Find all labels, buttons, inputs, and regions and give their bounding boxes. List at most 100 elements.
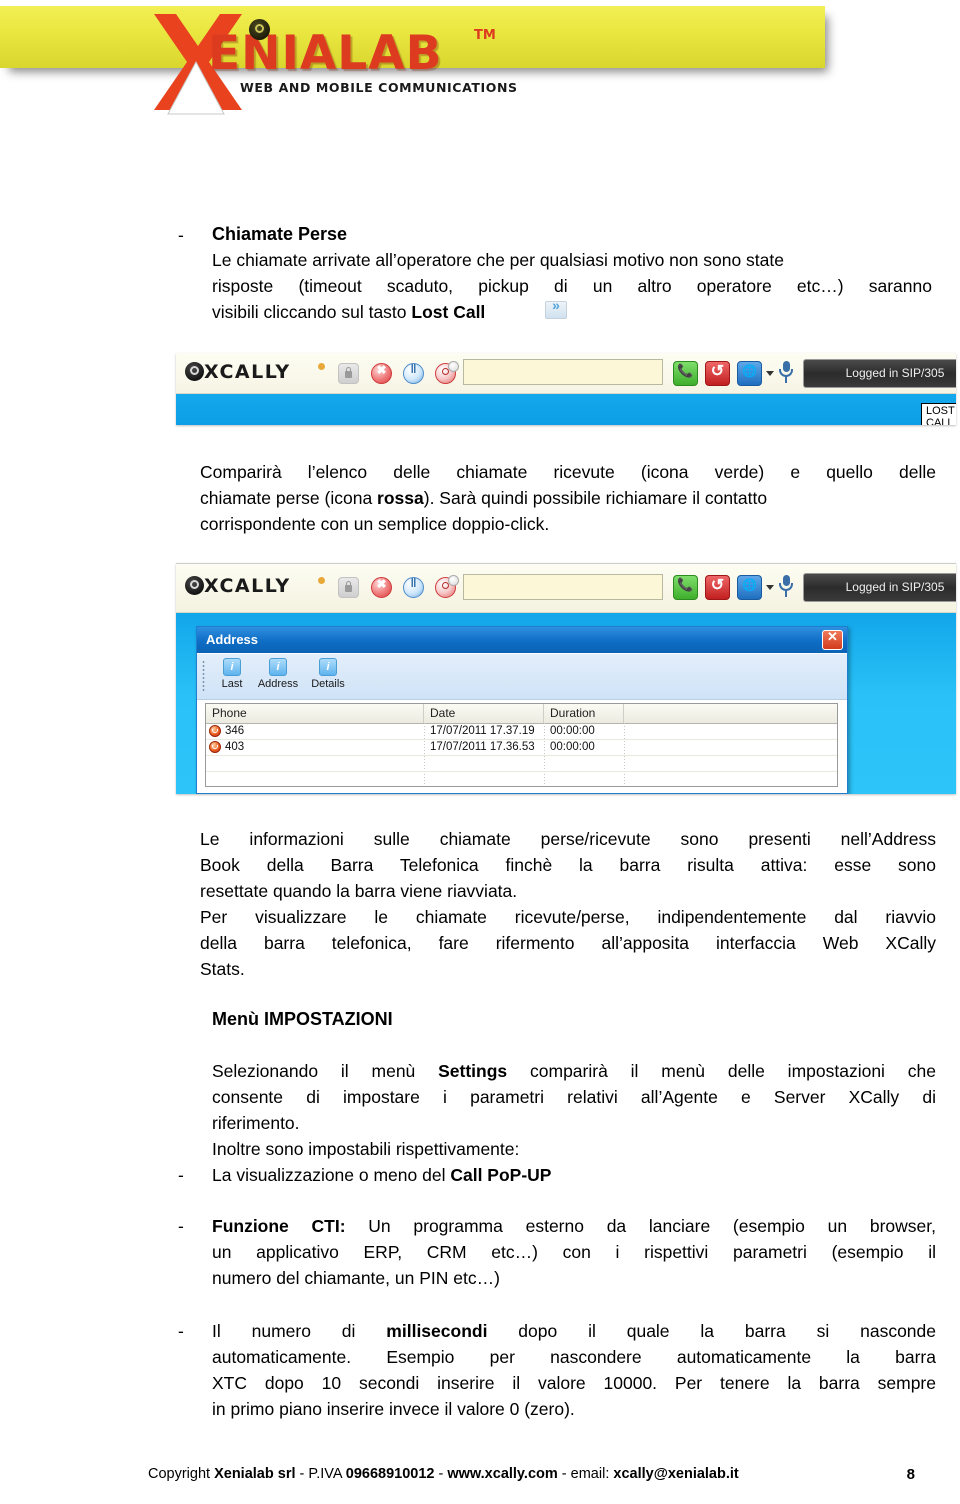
- bullet-dash-millisecondi: -: [178, 1321, 184, 1341]
- info-icon: i: [223, 658, 241, 676]
- cell-duration: 00:00:00: [550, 741, 595, 753]
- xcally-accent-dot-2: [318, 577, 325, 584]
- chevron-down-icon-2[interactable]: [766, 585, 774, 590]
- agent-status-badge-icon-2: [448, 575, 459, 586]
- toolbar-button-details[interactable]: i Details: [305, 658, 351, 690]
- bullet-dash-chiamate-perse: -: [178, 225, 184, 245]
- lost-call-bold: Lost Call: [411, 302, 486, 322]
- para2-line2-a: chiamate perse (icona: [200, 488, 378, 508]
- table-row-empty: [206, 772, 837, 786]
- call-icon-2[interactable]: [673, 575, 698, 600]
- cti-line2: un applicativo ERP, CRM etc…) con i risp…: [212, 1242, 936, 1262]
- chevron-down-icon[interactable]: [766, 371, 774, 376]
- para2-rossa-bold: rossa: [377, 488, 424, 508]
- call-popup-bold: Call PoP-UP: [450, 1165, 552, 1185]
- settings-bullet1: La visualizzazione o meno del Call PoP-U…: [212, 1162, 551, 1188]
- settings-line3: riferimento.: [212, 1113, 300, 1133]
- hangup-icon-2[interactable]: [371, 577, 392, 598]
- para3-line2: Book della Barra Telefonica finchè la ba…: [200, 855, 936, 875]
- cti-line3: numero del chiamante, un PIN etc…): [212, 1268, 500, 1288]
- transfer-icon-2[interactable]: [705, 575, 730, 600]
- address-dialog: Address i Last i Address i Details: [196, 626, 848, 794]
- call-icon[interactable]: [673, 361, 698, 386]
- lock-icon[interactable]: [338, 363, 359, 384]
- column-header-blank: [624, 704, 837, 723]
- address-window-screenshot: XCALLY Logged in SIP/305 Address i Last: [176, 563, 956, 794]
- web-icon-2[interactable]: [737, 575, 762, 600]
- mic-icon[interactable]: [779, 361, 793, 383]
- para-chiamate-perse-line1: Le chiamate arrivate all’operatore che p…: [212, 250, 784, 270]
- footer-text: Copyright Xenialab srl - P.IVA 096689100…: [148, 1466, 868, 1482]
- footer-copyright-pre: Copyright: [148, 1466, 215, 1482]
- hangup-icon[interactable]: [371, 363, 392, 384]
- pause-icon-2[interactable]: [403, 576, 424, 598]
- footer-company: Xenialab srl: [214, 1466, 296, 1482]
- login-status-badge-2: Logged in SIP/305: [803, 573, 956, 602]
- agent-status-icon[interactable]: [435, 361, 459, 384]
- cti-bold-label: Funzione CTI:: [212, 1216, 346, 1236]
- footer-piva: 09668910012: [345, 1466, 435, 1482]
- login-status-badge: Logged in SIP/305: [803, 359, 956, 388]
- para-chiamate-perse-line3-pre: visibili cliccando sul tasto: [212, 302, 412, 322]
- dial-input-2[interactable]: [463, 574, 663, 600]
- toolbar-button-address-label: Address: [257, 678, 299, 690]
- footer-website-link[interactable]: www.xcally.com: [447, 1466, 557, 1482]
- pause-icon[interactable]: [403, 362, 424, 384]
- agent-status-icon-2[interactable]: [435, 575, 459, 598]
- info-icon-3: i: [319, 658, 337, 676]
- heading-chiamate-perse: Chiamate Perse: [212, 224, 348, 244]
- transfer-icon[interactable]: [705, 361, 730, 386]
- settings-line1-c: comparirà il menù delle impostazioni che: [507, 1061, 936, 1081]
- column-header-duration[interactable]: Duration: [544, 704, 624, 723]
- para3-line6: Stats.: [200, 959, 245, 979]
- table-row[interactable]: 403 17/07/2011 17.36.53 00:00:00: [206, 740, 837, 756]
- mic-icon-2[interactable]: [779, 575, 793, 597]
- dial-input[interactable]: [463, 359, 663, 385]
- xcally-headset-icon: [185, 362, 204, 381]
- toolbar-button-last-label: Last: [221, 678, 243, 690]
- address-dialog-toolbar: i Last i Address i Details: [197, 654, 847, 700]
- millis-line4: in primo piano inserire invece il valore…: [212, 1399, 575, 1419]
- para-chiamate-perse-line2: risposte (timeout scaduto, pickup di un …: [212, 276, 932, 296]
- para3-line1: Le informazioni sulle chiamate perse/ric…: [200, 829, 936, 849]
- footer-piva-label: - P.IVA: [295, 1466, 346, 1482]
- column-header-date[interactable]: Date: [424, 704, 544, 723]
- cti-line1: Funzione CTI: Un programma esterno da la…: [212, 1213, 936, 1239]
- para2-line2-c: ). Sarà quindi possibile richiamare il c…: [423, 488, 768, 508]
- calls-table: Phone Date Duration 346 17/07/2011 17.37…: [205, 703, 838, 787]
- close-icon[interactable]: [822, 629, 843, 650]
- cti-line1-rest: Un programma esterno da lanciare (esempi…: [345, 1216, 936, 1236]
- web-icon[interactable]: [737, 361, 762, 386]
- millisecondi-bold: millisecondi: [386, 1321, 488, 1341]
- settings-line2: consente di impostare i parametri relati…: [212, 1087, 936, 1107]
- toolbar-button-address[interactable]: i Address: [255, 658, 301, 690]
- cell-phone: 403: [225, 741, 245, 753]
- para-chiamate-perse-line3: visibili cliccando sul tasto Lost Call: [212, 299, 485, 325]
- table-row[interactable]: 346 17/07/2011 17.37.19 00:00:00: [206, 724, 837, 740]
- column-header-phone[interactable]: Phone: [206, 704, 424, 723]
- footer-email[interactable]: xcally@xenialab.it: [613, 1466, 738, 1482]
- xcally-brand-label-2: XCALLY: [204, 575, 291, 597]
- document-page: - Chiamate Perse Le chiamate arrivate al…: [0, 0, 960, 1504]
- settings-line1: Selezionando il menù Settings comparirà …: [212, 1058, 936, 1084]
- calls-table-header-row: Phone Date Duration: [206, 704, 837, 724]
- lock-icon-2[interactable]: [338, 577, 359, 598]
- info-icon-2: i: [269, 658, 287, 676]
- xcally-headset-icon-2: [185, 576, 204, 595]
- toolbar-button-last[interactable]: i Last: [209, 658, 255, 690]
- para3-line3: resettate quando la barra viene riavviat…: [200, 881, 518, 901]
- missed-call-icon: [209, 725, 221, 737]
- xcally-toolbar-screenshot: XCALLY Logged in SIP/305 LOST CALL: [176, 353, 956, 425]
- cell-date: 17/07/2011 17.37.19: [430, 725, 535, 737]
- toolbar-blue-strip: [176, 394, 956, 425]
- millis-line2: automaticamente. Esempio per nascondere …: [212, 1347, 936, 1367]
- footer-email-label: - email:: [557, 1466, 614, 1482]
- cell-duration: 00:00:00: [550, 725, 595, 737]
- para3-line5: della barra telefonica, fare rifermento …: [200, 933, 936, 953]
- millis-line1-c: dopo il quale la barra si nasconde: [487, 1321, 936, 1341]
- toolbar-grip-handle[interactable]: [202, 660, 205, 693]
- bullet-dash-cti: -: [178, 1216, 184, 1236]
- para2-line1: Comparirà l’elenco delle chiamate ricevu…: [200, 462, 936, 482]
- footer-sep: -: [434, 1466, 448, 1482]
- address-dialog-title: Address: [197, 627, 847, 653]
